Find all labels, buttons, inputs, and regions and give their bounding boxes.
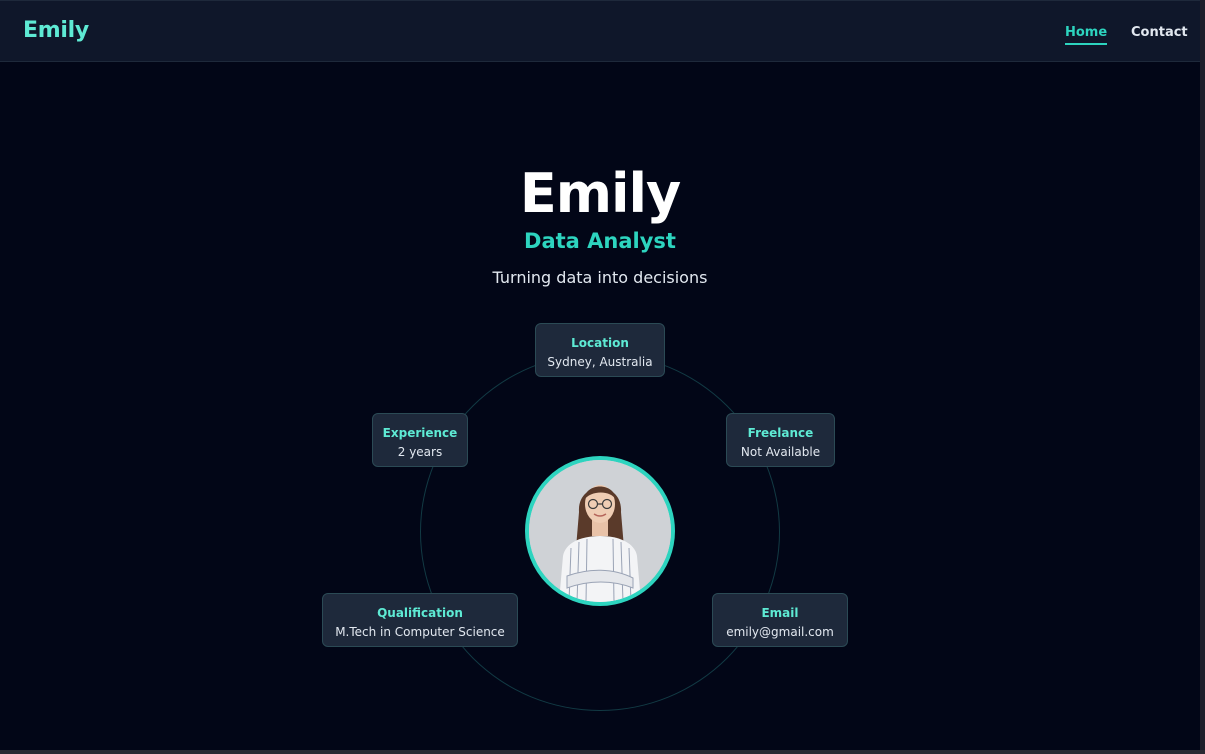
info-card-label: Location [571, 336, 629, 350]
info-card-label: Experience [382, 426, 458, 440]
info-card-value: Not Available [740, 445, 821, 459]
info-card-qualification: Qualification M.Tech in Computer Science [322, 593, 518, 647]
info-card-value: M.Tech in Computer Science [335, 625, 505, 639]
hero-tagline: Turning data into decisions [492, 268, 708, 287]
info-card-freelance: Freelance Not Available [726, 413, 835, 467]
info-card-label: Freelance [747, 426, 814, 440]
info-card-experience: Experience 2 years [372, 413, 468, 467]
info-card-email: Email emily@gmail.com [712, 593, 848, 647]
info-card-label: Qualification [377, 606, 463, 620]
window-frame-right [1200, 0, 1205, 754]
info-card-value: 2 years [397, 445, 443, 459]
info-card-location: Location Sydney, Australia [535, 323, 665, 377]
avatar [525, 456, 675, 606]
hero-role: Data Analyst [524, 229, 676, 253]
info-card-label: Email [761, 606, 799, 620]
brand-logo[interactable]: Emily [23, 18, 89, 43]
window-frame-bottom [0, 750, 1205, 754]
hero-name: Emily [519, 162, 681, 225]
nav-link-home[interactable]: Home [1065, 25, 1108, 45]
navbar: Emily Home Contact [0, 0, 1200, 62]
info-card-value: Sydney, Australia [547, 355, 653, 369]
info-card-value[interactable]: emily@gmail.com [713, 623, 847, 641]
nav-link-contact[interactable]: Contact [1131, 25, 1188, 40]
profile-photo-icon [529, 460, 671, 602]
